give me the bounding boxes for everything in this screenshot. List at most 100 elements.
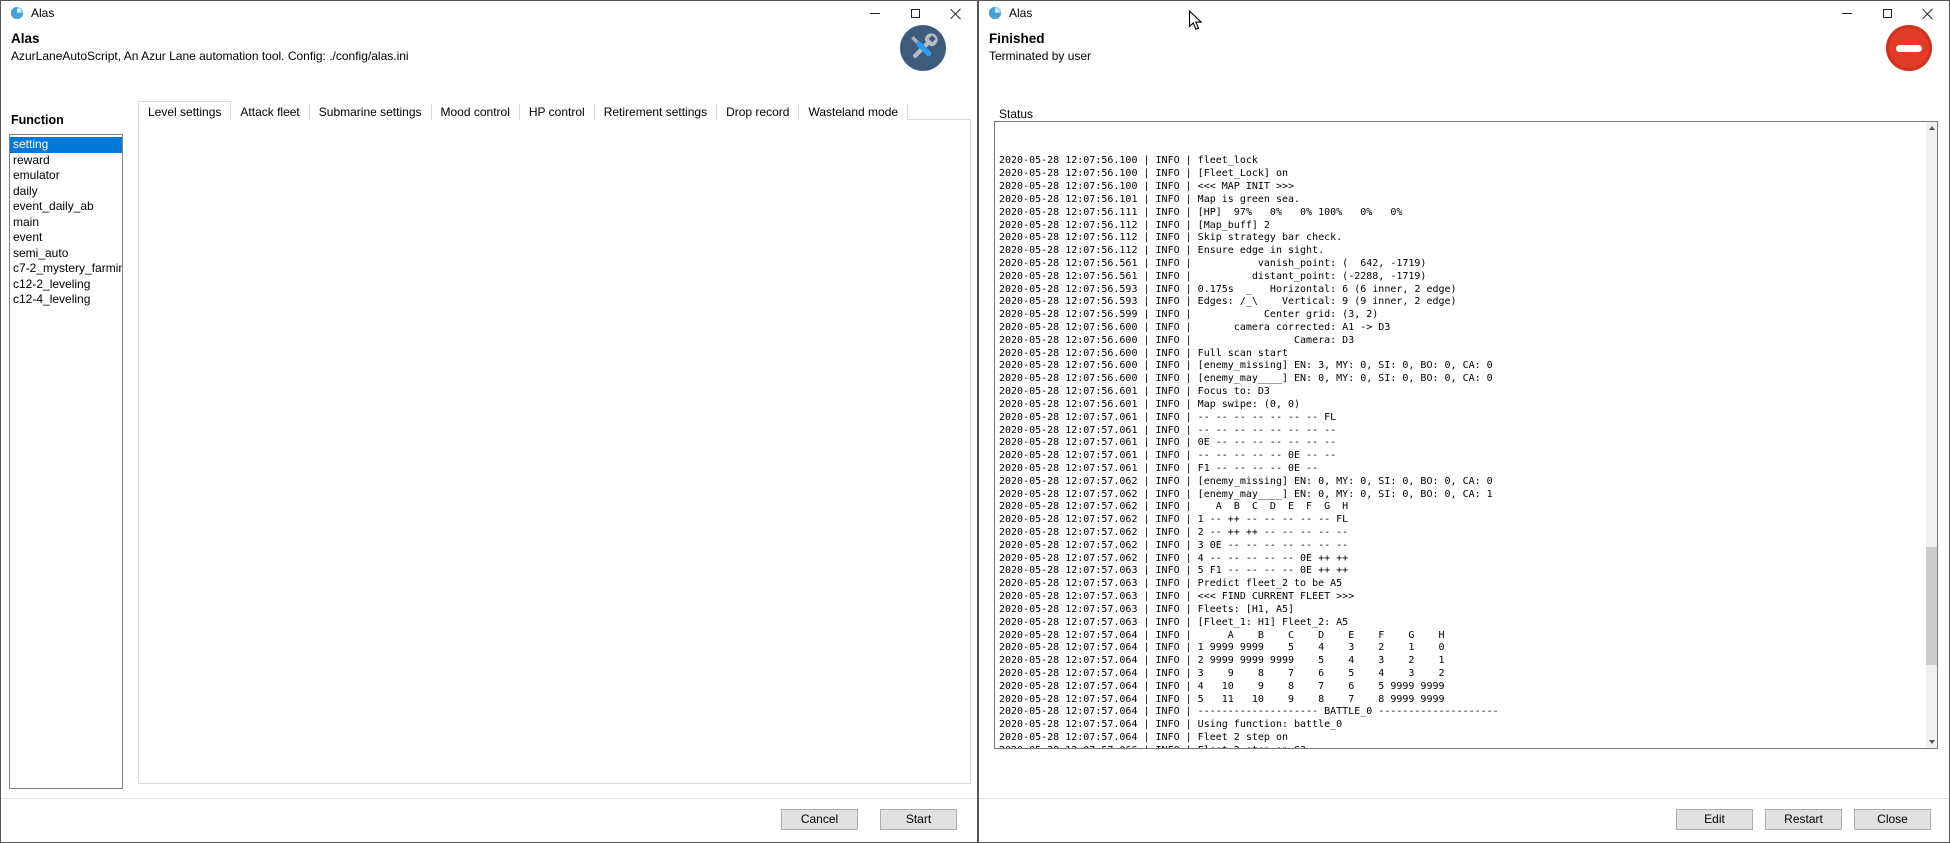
sidebar-item[interactable]: c12-2_leveling [10,277,122,293]
scroll-thumb[interactable] [1926,547,1937,665]
divider [979,798,1949,799]
sidebar-item[interactable]: setting [10,137,122,153]
close-icon [950,8,961,19]
tab[interactable]: HP control [520,104,595,120]
minimize-icon [870,13,880,14]
close-run-button[interactable]: Close [1854,809,1931,830]
log-line: 2020-05-28 12:07:57.063 | INFO | Predict… [999,578,1499,591]
sidebar-item[interactable]: event_daily_ab [10,199,122,215]
log-line: 2020-05-28 12:07:56.600 | INFO | [enemy_… [999,360,1499,373]
log-line: 2020-05-28 12:07:57.062 | INFO | 4 -- --… [999,553,1499,566]
sidebar-item[interactable]: semi_auto [10,246,122,262]
minimize-icon [1842,13,1852,14]
tabbar: Level settingsAttack fleetSubmarine sett… [138,101,908,120]
tab[interactable]: Attack fleet [231,104,309,120]
log-line: 2020-05-28 12:07:56.593 | INFO | Edges: … [999,296,1499,309]
scroll-up-button[interactable] [1926,122,1937,134]
tab-content-panel [138,119,971,784]
alas-app-icon [988,6,1002,20]
log-line: 2020-05-28 12:07:56.561 | INFO | distant… [999,271,1499,284]
page-subtitle: AzurLaneAutoScript, An Azur Lane automat… [11,49,409,63]
alas-runtime-window: Alas Finished Terminated by user Status … [978,0,1950,843]
log-viewport[interactable]: 2020-05-28 12:07:56.100 | INFO | fleet_l… [994,121,1938,749]
run-status-subtitle: Terminated by user [989,49,1091,63]
maximize-icon [911,9,920,18]
page-title: Alas [11,31,40,46]
log-line: 2020-05-28 12:07:56.111 | INFO | [HP] 97… [999,207,1499,220]
sidebar-item[interactable]: main [10,215,122,231]
log-lines: 2020-05-28 12:07:56.100 | INFO | fleet_l… [999,121,1499,749]
log-line: 2020-05-28 12:07:57.066 | INFO | Fleet_2… [999,745,1499,749]
log-line: 2020-05-28 12:07:57.062 | INFO | [enemy_… [999,489,1499,502]
tab[interactable]: Level settings [138,101,231,121]
maximize-button[interactable] [895,1,935,25]
scroll-down-button[interactable] [1926,736,1937,748]
log-line: 2020-05-28 12:07:57.063 | INFO | [Fleet_… [999,617,1499,630]
tab[interactable]: Wasteland mode [799,104,908,120]
mouse-cursor [1188,10,1203,32]
log-line: 2020-05-28 12:07:56.600 | INFO | camera … [999,322,1499,335]
log-line: 2020-05-28 12:07:56.600 | INFO | [enemy_… [999,373,1499,386]
sidebar-item[interactable]: daily [10,184,122,200]
triangle-down-icon [1929,740,1935,744]
log-line: 2020-05-28 12:07:56.100 | INFO | <<< MAP… [999,181,1499,194]
titlebar: Alas [1,1,977,25]
sidebar-item[interactable]: reward [10,153,122,169]
log-scrollbar[interactable] [1926,122,1937,748]
start-button[interactable]: Start [880,809,957,830]
log-line: 2020-05-28 12:07:57.062 | INFO | A B C D… [999,501,1499,514]
cancel-button[interactable]: Cancel [781,809,858,830]
titlebar: Alas [979,1,1949,25]
tab[interactable]: Submarine settings [310,104,432,120]
alas-settings-window: Alas Alas AzurLaneAutoScript, An Azur La… [0,0,978,843]
alas-app-icon [10,6,24,20]
log-line: 2020-05-28 12:07:56.600 | INFO | Camera:… [999,335,1499,348]
log-line: 2020-05-28 12:07:56.561 | INFO | vanish_… [999,258,1499,271]
log-line: 2020-05-28 12:07:57.061 | INFO | -- -- -… [999,450,1499,463]
minimize-button[interactable] [855,1,895,25]
tab[interactable]: Retirement settings [595,104,717,120]
log-line: 2020-05-28 12:07:57.064 | INFO | Fleet 2… [999,732,1499,745]
log-line: 2020-05-28 12:07:56.100 | INFO | fleet_l… [999,155,1499,168]
log-line: 2020-05-28 12:07:57.064 | INFO | 4 10 9 … [999,681,1499,694]
log-line: 2020-05-28 12:07:57.062 | INFO | 2 -- ++… [999,527,1499,540]
log-line: 2020-05-28 12:07:56.601 | INFO | Focus t… [999,386,1499,399]
triangle-up-icon [1929,126,1935,130]
close-button[interactable] [1907,1,1947,25]
log-line: 2020-05-28 12:07:56.593 | INFO | 0.175s … [999,284,1499,297]
close-icon [1922,8,1933,19]
run-status-title: Finished [989,31,1045,46]
log-line: 2020-05-28 12:07:56.600 | INFO | Full sc… [999,348,1499,361]
log-line: 2020-05-28 12:07:56.112 | INFO | [Map_bu… [999,220,1499,233]
function-listbox[interactable]: settingrewardemulatordailyevent_daily_ab… [9,134,123,789]
edit-button[interactable]: Edit [1676,809,1753,830]
restart-button[interactable]: Restart [1765,809,1842,830]
log-line: 2020-05-28 12:07:57.061 | INFO | F1 -- -… [999,463,1499,476]
log-line: 2020-05-28 12:07:57.061 | INFO | 0E -- -… [999,437,1499,450]
close-button[interactable] [935,1,975,25]
tab[interactable]: Drop record [717,104,799,120]
sidebar-item[interactable]: emulator [10,168,122,184]
log-line: 2020-05-28 12:07:57.062 | INFO | 3 0E --… [999,540,1499,553]
log-line: 2020-05-28 12:07:57.064 | INFO | A B C D… [999,630,1499,643]
log-line: 2020-05-28 12:07:57.061 | INFO | -- -- -… [999,412,1499,425]
log-line: 2020-05-28 12:07:57.064 | INFO | 2 9999 … [999,655,1499,668]
no-entry-icon [1886,25,1932,71]
window-title: Alas [31,6,54,20]
log-line: 2020-05-28 12:07:56.100 | INFO | [Fleet_… [999,168,1499,181]
tab[interactable]: Mood control [432,104,520,120]
sidebar-item[interactable]: c12-4_leveling [10,292,122,308]
minimize-button[interactable] [1827,1,1867,25]
maximize-button[interactable] [1867,1,1907,25]
sidebar-item[interactable]: c7-2_mystery_farming [10,261,122,277]
divider [1,798,977,799]
log-line: 2020-05-28 12:07:57.064 | INFO | 5 11 10… [999,694,1499,707]
status-label: Status [999,107,1033,121]
log-line: 2020-05-28 12:07:57.063 | INFO | 5 F1 --… [999,565,1499,578]
log-line: 2020-05-28 12:07:57.064 | INFO | Using f… [999,719,1499,732]
sidebar-item[interactable]: event [10,230,122,246]
log-line: 2020-05-28 12:07:56.599 | INFO | Center … [999,309,1499,322]
log-line: 2020-05-28 12:07:57.061 | INFO | -- -- -… [999,425,1499,438]
log-line: 2020-05-28 12:07:56.112 | INFO | Ensure … [999,245,1499,258]
log-line: 2020-05-28 12:07:57.062 | INFO | [enemy_… [999,476,1499,489]
